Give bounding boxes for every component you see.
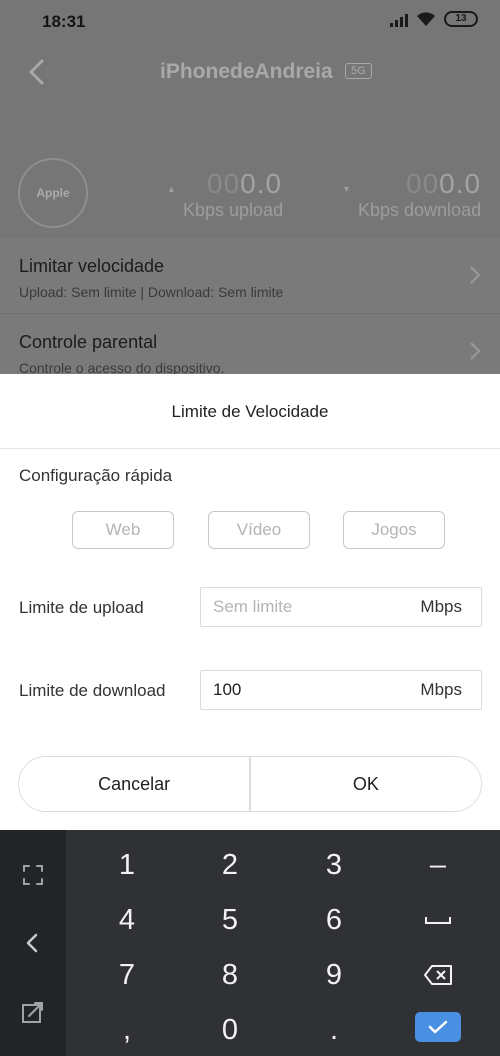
battery-icon: 13 (444, 11, 478, 27)
download-limit-input[interactable] (213, 679, 403, 701)
key-8[interactable]: 8 (178, 947, 282, 1003)
resize-keyboard-button[interactable] (0, 984, 66, 1040)
key-0[interactable]: 0 (178, 1002, 282, 1056)
expand-icon (23, 865, 43, 885)
key-2[interactable]: 2 (178, 837, 282, 893)
upload-arrow-icon: ▲ (167, 184, 176, 194)
upload-speed: ▲ 000.0 Kbps upload (167, 168, 284, 221)
upload-unit: Kbps upload (183, 200, 284, 220)
key-comma[interactable]: , (75, 1002, 179, 1056)
ok-button[interactable]: OK (250, 757, 481, 811)
list-item-title: Controle parental (19, 332, 158, 352)
space-icon (425, 917, 451, 924)
key-4[interactable]: 4 (75, 892, 179, 948)
download-value: 000.0 (406, 168, 482, 199)
key-9[interactable]: 9 (282, 947, 386, 1003)
expand-keyboard-button[interactable] (0, 847, 66, 903)
status-bar: 18:31 13 (0, 0, 500, 42)
backspace-icon (424, 965, 452, 985)
chevron-right-icon (470, 342, 481, 360)
keyboard-side-panel (0, 830, 66, 1056)
device-name: iPhonedeAndreia (160, 60, 333, 83)
key-minus[interactable]: – (386, 837, 490, 893)
quick-config-label: Configuração rápida (19, 466, 173, 485)
divider (0, 448, 500, 449)
status-icons: 13 (390, 11, 478, 27)
device-detail-screen: 18:31 13 iPhonedeAndreia 5G Apple ▲ 000.… (0, 0, 500, 390)
key-space[interactable] (386, 892, 490, 948)
dialog-actions: Cancelar OK (18, 756, 482, 812)
key-7[interactable]: 7 (75, 947, 179, 1003)
key-5[interactable]: 5 (178, 892, 282, 948)
list-item-title: Limitar velocidade (19, 256, 165, 276)
download-arrow-icon: ▼ (342, 184, 351, 194)
cancel-button[interactable]: Cancelar (19, 757, 250, 811)
key-6[interactable]: 6 (282, 892, 386, 948)
key-period[interactable]: . (282, 1002, 386, 1056)
key-1[interactable]: 1 (75, 837, 179, 893)
wifi-icon (417, 12, 435, 26)
back-button[interactable] (22, 56, 52, 88)
preset-games-button[interactable]: Jogos (343, 511, 445, 549)
preset-video-button[interactable]: Vídeo (208, 511, 310, 549)
download-unit: Kbps download (358, 200, 482, 220)
numeric-keyboard: 1 2 3 – 4 5 6 7 8 9 , 0 . (0, 830, 500, 1056)
speed-limit-dialog: Limite de Velocidade Configuração rápida… (0, 374, 500, 830)
upload-unit-label: Mbps (420, 597, 462, 616)
resize-icon (22, 1002, 43, 1023)
key-3[interactable]: 3 (282, 837, 386, 893)
preset-web-button[interactable]: Web (72, 511, 174, 549)
key-backspace[interactable] (386, 947, 490, 1003)
upload-value: 000.0 (207, 168, 283, 199)
back-arrow-icon (29, 59, 44, 85)
signal-icon (390, 11, 408, 27)
dialog-title: Limite de Velocidade (171, 402, 329, 421)
enter-button[interactable] (415, 1012, 461, 1042)
upload-limit-label: Limite de upload (19, 598, 144, 617)
list-item-speed-limit[interactable]: Limitar velocidade Upload: Sem limite | … (0, 238, 500, 314)
download-unit-label: Mbps (420, 680, 462, 699)
keyboard-back-button[interactable] (0, 915, 66, 971)
upload-limit-field: Mbps (200, 587, 482, 627)
band-badge: 5G (345, 63, 372, 79)
chevron-right-icon (470, 266, 481, 284)
download-limit-field: Mbps (200, 670, 482, 710)
device-header: 18:31 13 iPhonedeAndreia 5G Apple ▲ 000.… (0, 0, 500, 238)
settings-list: Limitar velocidade Upload: Sem limite | … (0, 238, 500, 390)
list-item-subtitle: Upload: Sem limite | Download: Sem limit… (19, 284, 284, 300)
upload-limit-input[interactable] (213, 596, 403, 618)
back-arrow-icon (26, 933, 38, 953)
download-limit-label: Limite de download (19, 681, 166, 700)
status-time: 18:31 (42, 12, 86, 31)
download-speed: ▼ 000.0 Kbps download (342, 168, 482, 221)
device-avatar: Apple (18, 158, 88, 228)
checkmark-icon (428, 1020, 448, 1034)
